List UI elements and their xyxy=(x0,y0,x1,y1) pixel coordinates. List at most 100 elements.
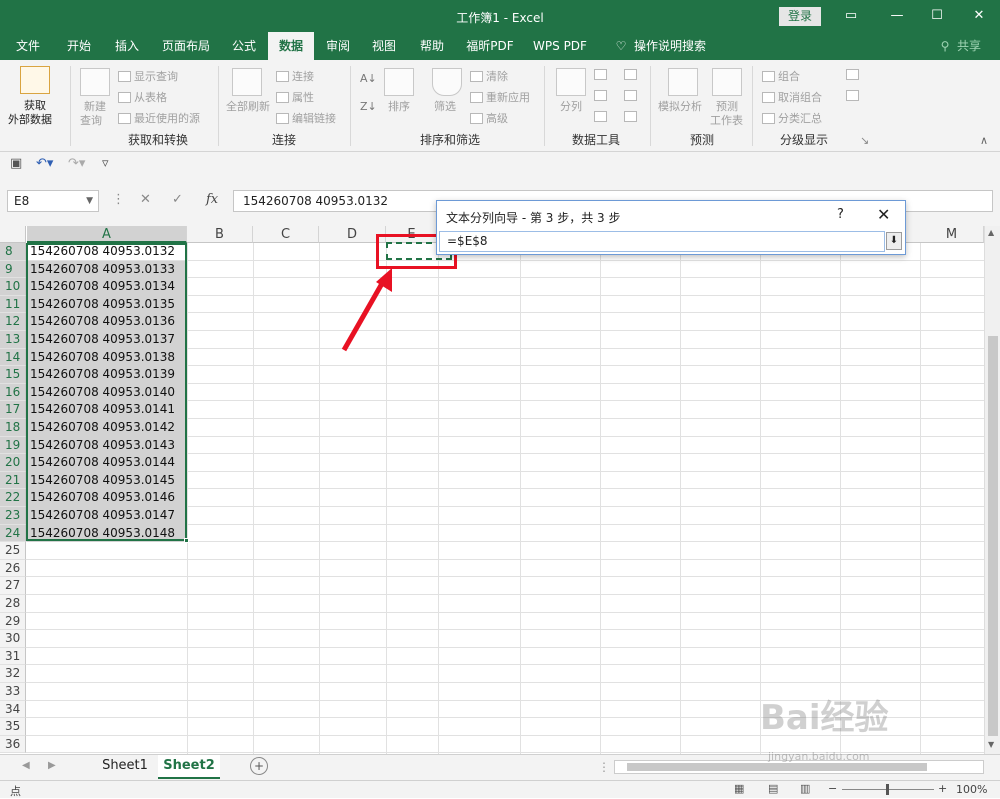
consolidate-icon[interactable] xyxy=(624,68,640,81)
sort-button[interactable]: 排序 xyxy=(388,98,410,114)
save-icon[interactable]: ▣ xyxy=(10,156,22,171)
sheet-tab-sheet1[interactable]: Sheet1 xyxy=(96,755,154,779)
text-to-columns-button[interactable]: 分列 xyxy=(560,98,582,114)
remove-duplicates-icon[interactable] xyxy=(594,89,610,102)
row-header[interactable]: 18 xyxy=(0,419,26,437)
zoom-out-icon[interactable]: − xyxy=(828,782,837,795)
flash-fill-icon[interactable] xyxy=(594,68,610,81)
row-header[interactable]: 27 xyxy=(0,577,26,595)
next-sheet-icon[interactable]: ▶ xyxy=(48,760,56,771)
row-header[interactable]: 19 xyxy=(0,436,26,455)
row-header[interactable]: 16 xyxy=(0,383,26,402)
expand-dialog-icon[interactable]: ⬇ xyxy=(886,232,902,250)
zoom-slider-thumb[interactable] xyxy=(886,784,889,795)
sheet-tab-sheet2[interactable]: Sheet2 xyxy=(158,755,220,779)
customize-qat-icon[interactable]: ▿ xyxy=(102,156,109,171)
redo-icon[interactable]: ↷▾ xyxy=(68,156,85,171)
connections-button[interactable]: 连接 xyxy=(276,68,314,84)
tab-wps-pdf[interactable]: WPS PDF xyxy=(528,32,592,60)
get-data-label-2[interactable]: 外部数据 xyxy=(8,111,52,127)
row-header[interactable]: 33 xyxy=(0,683,26,701)
row-header[interactable]: 24 xyxy=(0,524,26,543)
tell-me-search[interactable]: 操作说明搜索 xyxy=(632,32,708,60)
forecast-sheet-label-2[interactable]: 工作表 xyxy=(710,112,743,128)
subtotal-button[interactable]: 分类汇总 xyxy=(762,110,822,126)
enter-icon[interactable]: ✓ xyxy=(172,192,183,207)
dialog-close-icon[interactable]: ✕ xyxy=(877,205,890,224)
row-header[interactable]: 29 xyxy=(0,612,26,631)
show-queries-button[interactable]: 显示查询 xyxy=(118,68,178,84)
row-header[interactable]: 28 xyxy=(0,595,26,613)
tab-home[interactable]: 开始 xyxy=(56,32,102,60)
hide-detail-icon[interactable] xyxy=(846,89,862,102)
row-header[interactable]: 23 xyxy=(0,507,26,525)
zoom-in-icon[interactable]: + xyxy=(938,782,947,795)
row-header[interactable]: 36 xyxy=(0,735,26,754)
help-icon[interactable]: ? xyxy=(837,207,844,222)
vertical-scrollbar[interactable]: ▲ ▼ xyxy=(984,226,1000,754)
what-if-analysis-button[interactable]: 模拟分析 xyxy=(658,98,702,114)
clear-button[interactable]: 清除 xyxy=(470,68,508,84)
row-header[interactable]: 14 xyxy=(0,348,26,367)
scrollbar-thumb[interactable] xyxy=(988,336,998,736)
outline-dialog-launcher-icon[interactable]: ↘ xyxy=(860,134,869,147)
row-header[interactable]: 25 xyxy=(0,542,26,560)
relationships-icon[interactable] xyxy=(624,89,640,102)
name-box[interactable]: E8 ▼ xyxy=(7,190,99,212)
zoom-level[interactable]: 100% xyxy=(956,783,987,796)
data-model-icon[interactable] xyxy=(624,110,640,123)
refresh-all-button[interactable]: 全部刷新 xyxy=(226,98,270,114)
minimize-icon[interactable]: — xyxy=(882,6,912,26)
filter-button[interactable]: 筛选 xyxy=(434,98,456,114)
tab-page-layout[interactable]: 页面布局 xyxy=(154,32,218,60)
tab-foxit-pdf[interactable]: 福昕PDF xyxy=(458,32,522,60)
show-detail-icon[interactable] xyxy=(846,68,862,81)
login-button[interactable]: 登录 xyxy=(779,7,821,26)
column-header-a[interactable]: A xyxy=(27,226,187,243)
scroll-down-icon[interactable]: ▼ xyxy=(988,740,994,749)
ribbon-display-icon[interactable]: ▭ xyxy=(836,6,866,26)
row-header[interactable]: 13 xyxy=(0,331,26,349)
row-header[interactable]: 32 xyxy=(0,665,26,683)
from-table-button[interactable]: 从表格 xyxy=(118,89,167,105)
tab-insert[interactable]: 插入 xyxy=(104,32,150,60)
new-query-label-2[interactable]: 查询 xyxy=(80,112,102,128)
share-button[interactable]: 共享 xyxy=(954,32,984,60)
reapply-button[interactable]: 重新应用 xyxy=(470,89,530,105)
row-header[interactable]: 26 xyxy=(0,559,26,578)
scroll-up-icon[interactable]: ▲ xyxy=(988,228,994,237)
row-header[interactable]: 34 xyxy=(0,700,26,719)
row-header[interactable]: 21 xyxy=(0,471,26,490)
maximize-icon[interactable]: ☐ xyxy=(922,6,952,26)
column-header-b[interactable]: B xyxy=(187,226,253,243)
destination-input[interactable]: =$E$8 xyxy=(439,231,885,252)
properties-button[interactable]: 属性 xyxy=(276,89,314,105)
data-validation-icon[interactable] xyxy=(594,110,610,123)
column-header-c[interactable]: C xyxy=(253,226,319,243)
row-header[interactable]: 31 xyxy=(0,647,26,666)
collapse-ribbon-icon[interactable]: ∧ xyxy=(980,134,988,147)
page-break-view-icon[interactable]: ▥ xyxy=(800,782,810,795)
sort-az-icon[interactable]: A↓ xyxy=(360,72,377,85)
tab-data[interactable]: 数据 xyxy=(268,32,314,60)
tab-view[interactable]: 视图 xyxy=(364,32,404,60)
select-all-corner[interactable] xyxy=(0,226,26,243)
tab-review[interactable]: 审阅 xyxy=(318,32,358,60)
tab-help[interactable]: 帮助 xyxy=(412,32,452,60)
worksheet-grid[interactable]: A B C D E M 8 154260708 40953.0132 9 154260… xyxy=(0,226,984,754)
row-header[interactable]: 9 xyxy=(0,260,26,279)
undo-icon[interactable]: ↶▾ xyxy=(36,156,53,171)
group-button[interactable]: 组合 xyxy=(762,68,800,84)
row-header[interactable]: 8 xyxy=(0,243,26,261)
tab-formulas[interactable]: 公式 xyxy=(222,32,266,60)
normal-view-icon[interactable]: ▦ xyxy=(734,782,744,795)
close-icon[interactable]: ✕ xyxy=(964,6,994,26)
advanced-button[interactable]: 高级 xyxy=(470,110,508,126)
recent-sources-button[interactable]: 最近使用的源 xyxy=(118,110,200,126)
prev-sheet-icon[interactable]: ◀ xyxy=(22,760,30,771)
column-header-m[interactable]: M xyxy=(920,226,984,243)
fill-handle[interactable] xyxy=(184,538,189,543)
add-sheet-button[interactable]: + xyxy=(250,757,268,775)
row-header[interactable]: 30 xyxy=(0,630,26,648)
sort-za-icon[interactable]: Z↓ xyxy=(360,100,377,113)
